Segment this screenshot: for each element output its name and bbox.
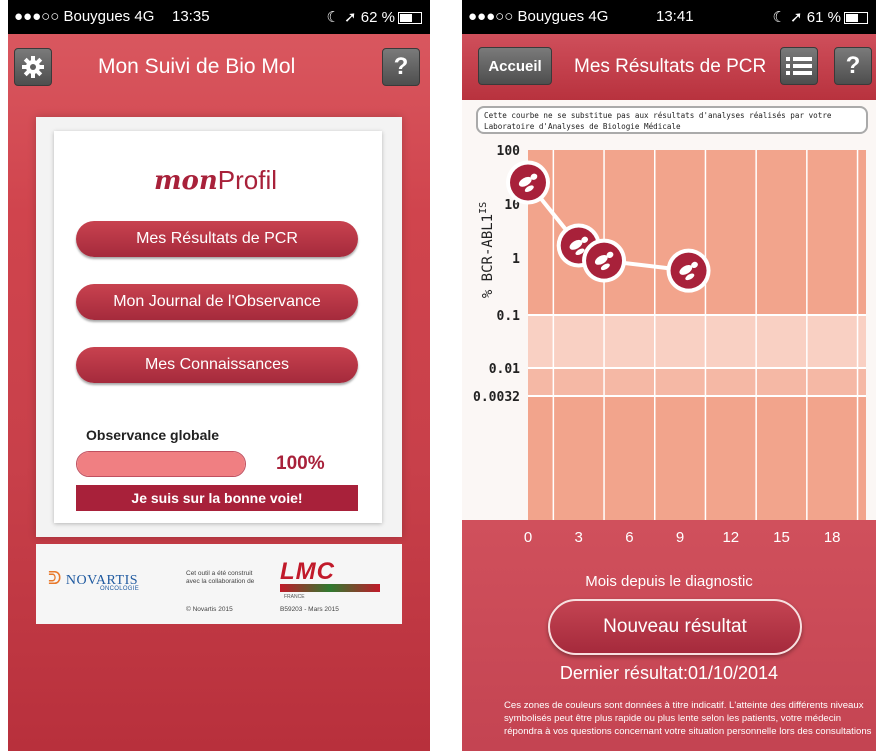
knowledge-button[interactable]: Mes Connaissances — [76, 347, 358, 383]
profile-card: monProfil Mes Résultats de PCR Mon Journ… — [54, 131, 382, 523]
gear-icon — [22, 56, 44, 78]
list-button[interactable] — [780, 47, 818, 85]
observance-label: Observance globale — [86, 427, 220, 443]
novartis-sub-label: ONCOLOGIE — [100, 586, 140, 592]
pcr-results-screen: Accueil Mes Résultats de PCR ? Cette cou… — [462, 34, 876, 751]
x-tick-label: 12 — [722, 529, 740, 546]
help-button[interactable]: ? — [834, 47, 872, 85]
help-button[interactable]: ? — [382, 48, 420, 86]
last-result-text: Dernier résultat:01/10/2014 — [559, 663, 779, 683]
footer-partners: ᕲ NOVARTIS ONCOLOGIE Cet outil a été cons… — [36, 544, 402, 624]
y-tick-label: 100 — [497, 144, 521, 159]
left-phone-screen: ●●●○○ Bouygues 4G 13:35 ☾ ➚ 62 % Mon Sui… — [8, 0, 430, 751]
home-button[interactable]: Accueil — [478, 47, 552, 85]
list-icon — [786, 57, 812, 75]
x-tick-label: 18 — [823, 529, 841, 546]
pcr-chart-area: Cette courbe ne se substitue pas aux rés… — [462, 100, 876, 520]
x-tick-label: 6 — [625, 529, 634, 546]
settings-button[interactable] — [14, 48, 52, 86]
monprofil-logo: monProfil — [154, 165, 278, 196]
battery-status: ☾ ➚ 61 % — [772, 8, 868, 26]
carrier-status: ●●●○○ Bouygues 4G — [468, 8, 609, 25]
status-time: 13:41 — [656, 8, 694, 25]
collaboration-text: Cet outil a été construit avec la collabo… — [186, 570, 255, 585]
x-tick-label: 9 — [675, 529, 685, 546]
chart-zone-1 — [528, 315, 866, 368]
battery-icon — [398, 12, 422, 25]
status-banner: Je suis sur la bonne voie! — [76, 485, 358, 511]
x-tick-label: 0 — [523, 529, 533, 546]
status-bar: ●●●○○ Bouygues 4G 13:41 ☾ ➚ 61 % — [462, 0, 876, 34]
reference-text: B59203 - Mars 2015 — [280, 606, 339, 613]
pcr-chart: 1001010.10.010.0032% BCR-ABL1IS — [473, 144, 866, 520]
battery-icon — [844, 12, 868, 25]
status-time: 13:35 — [172, 8, 210, 25]
pcr-results-button[interactable]: Mes Résultats de PCR — [76, 221, 358, 257]
data-point-0 — [506, 160, 550, 205]
y-tick-label: 1 — [512, 252, 520, 267]
new-result-button[interactable]: Nouveau résultat — [548, 599, 802, 655]
novartis-flame-icon: ᕲ — [48, 568, 62, 588]
x-tick-label: 15 — [773, 529, 790, 546]
battery-status: ☾ ➚ 62 % — [326, 8, 422, 26]
observance-journal-button[interactable]: Mon Journal de l'Observance — [76, 284, 358, 320]
data-point-3 — [666, 248, 711, 293]
x-axis-label: Mois depuis le diagnostic — [585, 573, 753, 590]
disclaimer-note: Ces zones de couleurs sont données à tit… — [504, 700, 872, 737]
right-phone-screen: ●●●○○ Bouygues 4G 13:41 ☾ ➚ 61 % Accueil… — [462, 0, 876, 751]
carrier-status: ●●●○○ Bouygues 4G — [14, 8, 155, 25]
x-tick-label: 3 — [574, 529, 583, 546]
data-point-2 — [582, 238, 627, 283]
y-axis-label: % BCR-ABL1IS — [478, 202, 496, 298]
chart-footer: 0 3 6 9 12 15 18 Mois depuis le diagnostic Nou… — [462, 520, 876, 751]
page-title: Mon Suivi de Bio Mol — [98, 55, 296, 78]
profile-frame: monProfil Mes Résultats de PCR Mon Journ… — [36, 117, 402, 537]
observance-progress-bar — [76, 451, 246, 477]
y-tick-label: 0.1 — [497, 309, 521, 324]
header-bar: Accueil Mes Résultats de PCR ? — [462, 34, 876, 100]
y-tick-label: 0.0032 — [473, 390, 520, 405]
page-title: Mes Résultats de PCR — [574, 56, 767, 77]
y-tick-label: 0.01 — [489, 362, 520, 377]
copyright-text: © Novartis 2015 — [186, 606, 233, 613]
chart-zone-2 — [528, 368, 866, 396]
status-bar: ●●●○○ Bouygues 4G 13:35 ☾ ➚ 62 % — [8, 0, 430, 34]
chart-zone-3 — [528, 396, 866, 520]
lmc-logo: LMC FRANCE — [280, 558, 380, 600]
observance-progress-fill — [77, 452, 245, 476]
home-screen: Mon Suivi de Bio Mol ? monProfil Mes Rés… — [8, 34, 430, 751]
observance-value: 100% — [276, 453, 325, 474]
